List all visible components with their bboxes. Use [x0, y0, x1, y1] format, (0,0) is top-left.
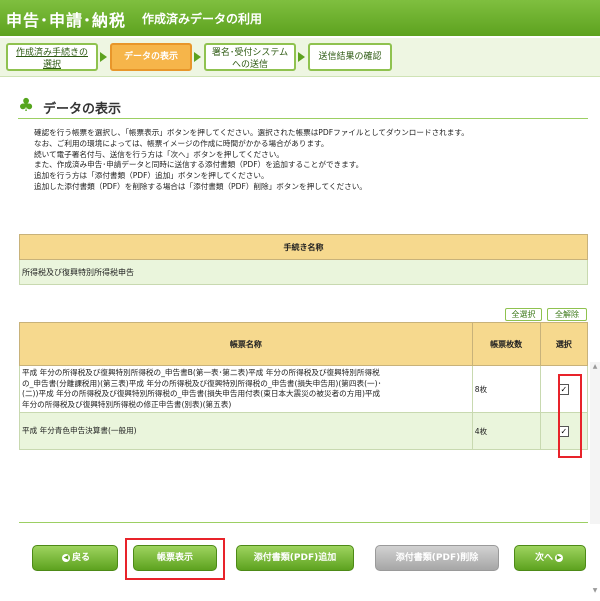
next-label: 次へ	[534, 553, 553, 563]
step-select-procedure[interactable]: 作成済み手続きの 選択	[6, 43, 98, 71]
instruction-line: 追加した添付書類（PDF）を削除する場合は「添付書類（PDF）削除」ボタンを押し…	[34, 181, 367, 191]
page-count: 4枚	[471, 412, 541, 451]
step-label-line2: 選択	[42, 60, 61, 70]
instruction-line: また、作成済み申告･申請データと同時に送信する添付書類（PDF）を追加することが…	[34, 160, 364, 170]
back-label: 戻る	[71, 553, 90, 563]
back-button[interactable]: ◀ 戻る	[32, 545, 118, 571]
step-show-data: データの表示	[110, 43, 192, 71]
section-title: データの表示	[43, 102, 122, 117]
document-name-line: (二))平成 年分の所得税及び復興特別所得税の_申告書(損失申告用付表(東日本大…	[22, 389, 381, 399]
document-name-line: の_申告書(分離課税用)(第三表)平成 年分の所得税及び復興特別所得税の_申告書…	[22, 378, 382, 388]
highlight-box	[558, 374, 582, 458]
instruction-line: 追加を行う方は「添付書類（PDF）追加」ボタンを押してください。	[34, 171, 269, 181]
step-confirm-result: 送信結果の確認	[308, 43, 392, 71]
instruction-line: 確認を行う帳票を選択し、「帳票表示」ボタンを押してください。選択された帳票はPD…	[34, 128, 469, 137]
next-button[interactable]: 次へ ▶	[514, 545, 586, 571]
procedure-name: 所得税及び復興特別所得税申告	[19, 259, 588, 285]
scrollbar[interactable]	[590, 362, 600, 524]
delete-pdf-label: 添付書類(PDF)削除	[395, 553, 479, 563]
next-arrow-icon: ▶	[555, 553, 563, 562]
procedure-table: 手続き名称 所得税及び復興特別所得税申告	[19, 234, 588, 285]
procedure-header: 手続き名称	[19, 234, 588, 260]
scroll-up-icon[interactable]: ▲	[590, 362, 600, 372]
page-count: 8枚	[471, 364, 541, 414]
app-header: 申告･申請･納税 作成済みデータの利用	[0, 0, 600, 36]
highlight-box	[125, 538, 225, 580]
back-arrow-icon: ◀	[61, 553, 70, 562]
instruction-line: なお、ご利用の環境によっては、帳票イメージの作成に時間がかかる場合があります。	[34, 138, 329, 148]
clear-all-button[interactable]: 全解除	[547, 308, 587, 321]
select-all-button[interactable]: 全選択	[505, 308, 542, 321]
step-arrow-icon	[100, 52, 107, 62]
step-label-line2: への送信	[231, 60, 268, 70]
column-header-count: 帳票枚数	[471, 322, 541, 366]
column-header-name: 帳票名称	[19, 322, 473, 366]
instructions: 確認を行う帳票を選択し、「帳票表示」ボタンを押してください。選択された帳票はPD…	[34, 128, 594, 193]
document-name-line: 平成 年分青色申告決算書(一般用)	[22, 426, 137, 436]
app-title: 申告･申請･納税	[6, 11, 127, 30]
divider	[18, 118, 588, 119]
column-header-select: 選択	[539, 322, 589, 366]
add-pdf-button[interactable]: 添付書類(PDF)追加	[236, 545, 354, 571]
document-name: 平成 年分青色申告決算書(一般用)	[19, 412, 473, 451]
step-arrow-icon	[194, 52, 201, 62]
instruction-line: 続いて電子署名付与、送信を行う方は「次へ」ボタンを押してください。	[34, 149, 284, 159]
documents-table: 帳票名称 帳票枚数 選択 平成 年分の所得税及び復興特別所得税の_申告書B(第一…	[19, 322, 589, 451]
step-label: 送信結果の確認	[318, 52, 382, 62]
clover-icon: ♣	[18, 95, 35, 116]
scroll-down-icon[interactable]: ▼	[590, 586, 600, 596]
step-arrow-icon	[298, 52, 305, 62]
divider	[19, 522, 588, 523]
table-row: 平成 年分の所得税及び復興特別所得税の_申告書B(第一表･第二表)平成 年分の所…	[19, 364, 589, 414]
document-name-line: 年分の所得税及び復興特別所得税の修正申告書(別表)(第五表)	[22, 399, 232, 409]
page-subtitle: 作成済みデータの利用	[142, 12, 263, 26]
step-progress: 作成済み手続きの 選択 データの表示 署名･受付システム への送信 送信結果の確…	[0, 38, 600, 77]
add-pdf-label: 添付書類(PDF)追加	[253, 553, 337, 563]
document-name: 平成 年分の所得税及び復興特別所得税の_申告書B(第一表･第二表)平成 年分の所…	[19, 364, 473, 414]
table-row: 平成 年分青色申告決算書(一般用) 4枚 ✓	[19, 412, 589, 451]
step-label-line1: 作成済み手続きの	[15, 48, 88, 58]
document-name-line: 平成 年分の所得税及び復興特別所得税の_申告書B(第一表･第二表)平成 年分の所…	[22, 368, 380, 377]
step-send-signature: 署名･受付システム への送信	[204, 43, 296, 71]
step-label: データの表示	[123, 52, 178, 62]
delete-pdf-button[interactable]: 添付書類(PDF)削除	[375, 545, 499, 571]
step-label-line1: 署名･受付システム	[211, 48, 289, 58]
